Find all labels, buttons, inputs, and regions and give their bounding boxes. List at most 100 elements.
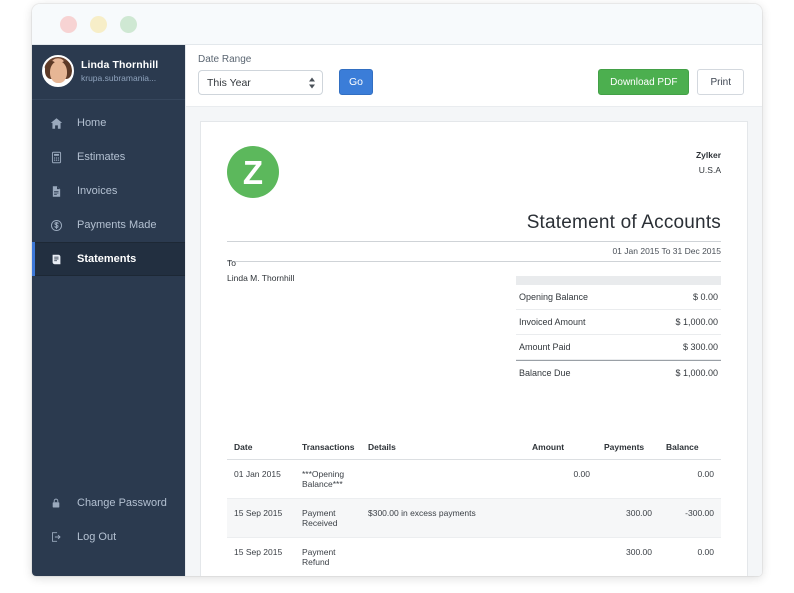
company-logo: Z — [227, 146, 279, 198]
go-button[interactable]: Go — [339, 69, 373, 95]
cell-details — [361, 459, 525, 499]
cell-payments — [597, 459, 659, 499]
statement-period: 01 Jan 2015 To 31 Dec 2015 — [612, 246, 721, 256]
sidebar-item-invoices[interactable]: Invoices — [32, 174, 185, 208]
sidebar-item-log-out[interactable]: Log Out — [32, 520, 185, 554]
toolbar-actions: Download PDF Print — [598, 69, 744, 95]
table-header-row: Date Transactions Details Amount Payment… — [227, 435, 721, 460]
cell-balance: 0.00 — [659, 537, 721, 576]
sidebar-item-label: Statements — [77, 253, 137, 265]
sidebar-item-home[interactable]: Home — [32, 106, 185, 140]
date-range-field: Date Range This Year — [198, 54, 323, 95]
summary-row-amount-paid: Amount Paid $ 300.00 — [516, 335, 721, 360]
application-window: Linda Thornhill krupa.subramania... Home — [32, 4, 762, 576]
window-titlebar — [32, 4, 762, 45]
cell-transaction: Payment Received — [295, 498, 361, 538]
summary-value: $ 1,000.00 — [675, 317, 718, 327]
document-scroll-area[interactable]: Z Zylker U.S.A Statement of Accounts 01 … — [186, 107, 762, 576]
sidebar-item-label: Estimates — [77, 151, 126, 163]
home-icon — [50, 117, 70, 130]
maximize-window-button[interactable] — [120, 15, 137, 33]
cell-transaction: Payment Refund — [295, 537, 361, 576]
table-row: 15 Sep 2015 Payment Received $300.00 in … — [227, 498, 721, 538]
cell-transaction: ***Opening Balance*** — [295, 459, 361, 499]
cell-date: 15 Sep 2015 — [227, 537, 295, 576]
main-content: Date Range This Year Go Download PDF Pri… — [185, 45, 762, 576]
logout-icon — [50, 531, 70, 543]
toolbar: Date Range This Year Go Download PDF Pri… — [186, 45, 762, 107]
transactions-table-body: 01 Jan 2015 ***Opening Balance*** 0.00 0… — [227, 459, 721, 576]
download-pdf-button[interactable]: Download PDF — [598, 69, 690, 95]
cell-payments: 300.00 — [597, 537, 659, 576]
cell-balance: 0.00 — [659, 459, 721, 499]
column-header-details: Details — [361, 435, 525, 460]
profile-email: krupa.subramania... — [81, 73, 157, 83]
recipient-name: Linda M. Thornhill — [227, 273, 295, 283]
sidebar-item-label: Home — [77, 117, 107, 129]
sidebar-bottom-nav: Change Password Log Out — [32, 486, 185, 576]
avatar — [42, 55, 74, 87]
cell-amount: 0.00 — [525, 459, 597, 499]
date-range-select-wrap: This Year — [198, 70, 323, 95]
summary-header-strip — [516, 276, 721, 285]
summary-value: $ 1,000.00 — [675, 368, 718, 378]
cell-date: 01 Jan 2015 — [227, 459, 295, 499]
column-header-amount: Amount — [525, 435, 597, 460]
document-header: Z Zylker U.S.A — [227, 146, 721, 198]
period-divider — [227, 261, 721, 262]
cell-amount — [525, 498, 597, 538]
cell-amount — [525, 537, 597, 576]
profile-name: Linda Thornhill — [81, 59, 159, 71]
sidebar-item-label: Change Password — [77, 497, 167, 509]
cell-payments: 300.00 — [597, 498, 659, 538]
summary-label: Opening Balance — [519, 292, 589, 302]
transactions-table-head: Date Transactions Details Amount Payment… — [227, 435, 721, 460]
column-header-transactions: Transactions — [295, 435, 361, 460]
transactions-table: Date Transactions Details Amount Payment… — [227, 435, 721, 576]
summary-value: $ 0.00 — [692, 292, 718, 302]
date-range-label: Date Range — [198, 54, 252, 65]
summary-label: Balance Due — [519, 368, 571, 378]
summary-row-balance-due: Balance Due $ 1,000.00 — [516, 360, 721, 385]
summary-label: Amount Paid — [519, 342, 571, 352]
statement-document: Z Zylker U.S.A Statement of Accounts 01 … — [200, 121, 748, 576]
window-body: Linda Thornhill krupa.subramania... Home — [32, 45, 762, 576]
summary-row-opening-balance: Opening Balance $ 0.00 — [516, 285, 721, 310]
sidebar-item-change-password[interactable]: Change Password — [32, 486, 185, 520]
column-header-payments: Payments — [597, 435, 659, 460]
sidebar-item-label: Payments Made — [77, 219, 157, 231]
sidebar: Linda Thornhill krupa.subramania... Home — [32, 45, 185, 576]
table-row: 01 Jan 2015 ***Opening Balance*** 0.00 0… — [227, 459, 721, 499]
table-row: 15 Sep 2015 Payment Refund 300.00 0.00 — [227, 537, 721, 576]
recipient-block: To Linda M. Thornhill — [227, 258, 294, 283]
lock-icon — [50, 497, 70, 509]
summary-row-invoiced-amount: Invoiced Amount $ 1,000.00 — [516, 310, 721, 335]
sidebar-item-payments-made[interactable]: Payments Made — [32, 208, 185, 242]
cell-details: $300.00 in excess payments — [361, 498, 525, 538]
close-window-button[interactable] — [60, 15, 77, 33]
column-header-balance: Balance — [659, 435, 721, 460]
cell-balance: -300.00 — [659, 498, 721, 538]
statement-icon — [50, 253, 70, 266]
cell-date: 15 Sep 2015 — [227, 498, 295, 538]
summary-label: Invoiced Amount — [519, 317, 586, 327]
calculator-icon — [50, 151, 70, 164]
column-header-date: Date — [227, 435, 295, 460]
date-range-select[interactable]: This Year — [198, 70, 323, 95]
sidebar-item-estimates[interactable]: Estimates — [32, 140, 185, 174]
page-title: Statement of Accounts — [526, 212, 721, 233]
sidebar-item-label: Log Out — [77, 531, 117, 543]
cell-details — [361, 537, 525, 576]
summary-value: $ 300.00 — [682, 342, 718, 352]
recipient-label: To — [227, 258, 236, 268]
sidebar-item-statements[interactable]: Statements — [32, 242, 185, 276]
minimize-window-button[interactable] — [90, 15, 107, 33]
document-icon — [50, 185, 70, 198]
dollar-circle-icon — [50, 219, 70, 232]
sidebar-nav: Home Estimates Invoices Payments Made St… — [32, 100, 185, 276]
print-button[interactable]: Print — [697, 69, 744, 95]
organization-country: U.S.A — [698, 165, 721, 175]
organization-name: Zylker — [695, 150, 721, 160]
sidebar-item-label: Invoices — [77, 185, 118, 197]
user-profile[interactable]: Linda Thornhill krupa.subramania... — [32, 45, 185, 100]
